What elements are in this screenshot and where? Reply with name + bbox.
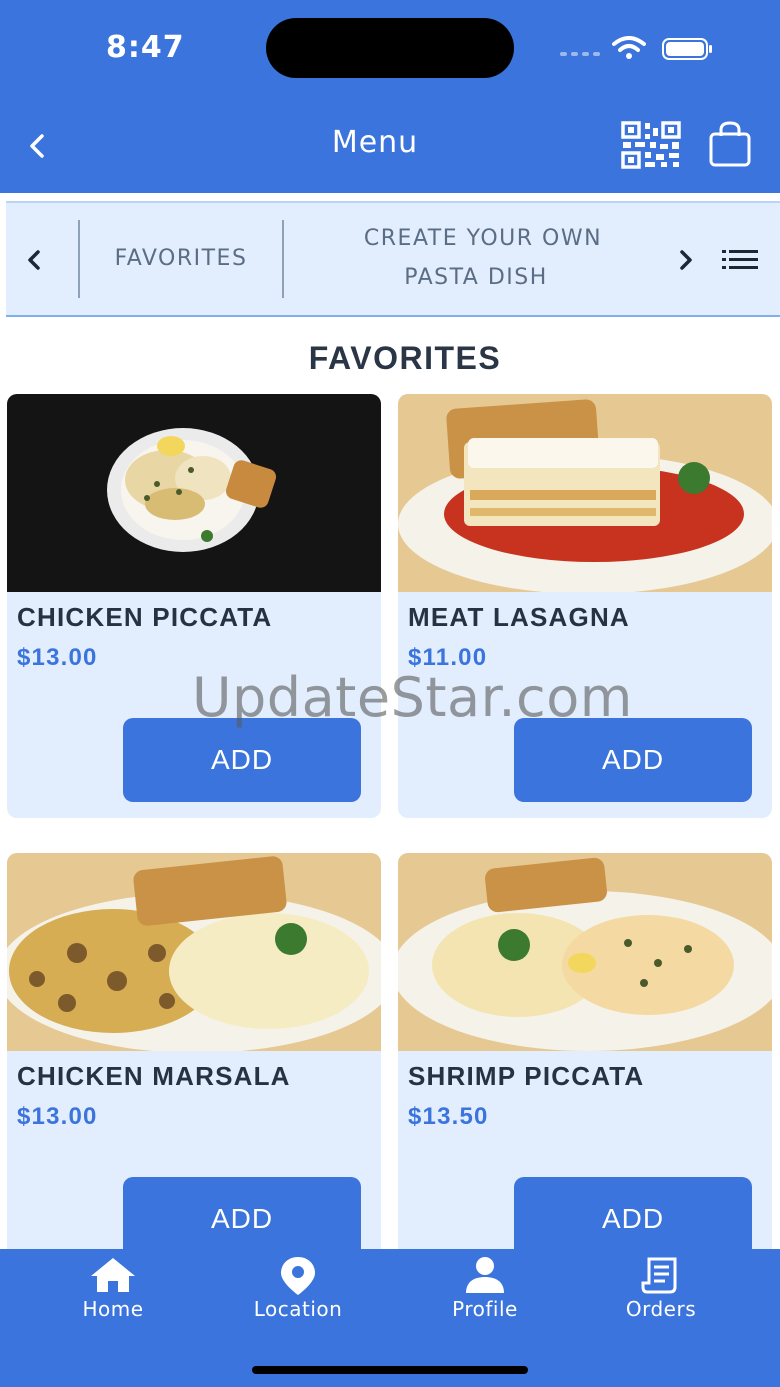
chicken-piccata-image [7, 394, 381, 592]
divider [78, 220, 80, 298]
tab-label: Profile [452, 1297, 518, 1321]
qr-code-icon[interactable] [620, 120, 682, 170]
product-name: SHRIMP PICCATA [408, 1061, 645, 1091]
product-name: MEAT LASAGNA [408, 602, 630, 632]
list-icon[interactable] [720, 247, 760, 273]
add-to-cart-button[interactable]: ADD [514, 718, 752, 802]
shrimp-piccata-image [398, 853, 772, 1051]
category-bar: FAVORITES CREATE YOUR OWN PASTA DISH [6, 201, 780, 317]
home-indicator [252, 1366, 528, 1374]
watermark: UpdateStar.com [192, 666, 633, 729]
battery-icon [662, 38, 712, 60]
category-tab-create-your-own-pasta[interactable]: CREATE YOUR OWN PASTA DISH [298, 219, 668, 297]
product-name: CHICKEN PICCATA [17, 602, 273, 632]
location-pin-icon [281, 1257, 315, 1295]
app-header: 8:47 Menu [0, 0, 780, 193]
chevron-left-icon[interactable] [22, 243, 46, 277]
tab-home[interactable]: Home [43, 1249, 183, 1339]
person-icon [466, 1257, 504, 1293]
tab-label: Home [82, 1297, 144, 1321]
tab-label: Orders [625, 1297, 697, 1321]
category-label-line2: PASTA DISH [404, 265, 548, 290]
tab-orders[interactable]: Orders [591, 1249, 731, 1339]
category-tab-favorites[interactable]: FAVORITES [86, 239, 276, 278]
product-price: $13.00 [17, 1103, 98, 1130]
product-card[interactable]: MEAT LASAGNA $11.00 ADD [398, 394, 772, 818]
wifi-icon [612, 36, 646, 59]
section-title: FAVORITES [308, 340, 502, 376]
product-price: $13.00 [17, 644, 98, 671]
category-label-line1: CREATE YOUR OWN [363, 226, 603, 251]
receipt-icon [641, 1257, 677, 1294]
tab-label: Location [253, 1297, 343, 1321]
status-time: 8:47 [106, 30, 185, 65]
product-name: CHICKEN MARSALA [17, 1061, 291, 1091]
product-card[interactable]: CHICKEN PICCATA $13.00 ADD [7, 394, 381, 818]
product-price: $13.50 [408, 1103, 489, 1130]
add-to-cart-button[interactable]: ADD [123, 718, 361, 802]
dynamic-island [266, 18, 514, 78]
shopping-bag-icon[interactable] [707, 120, 753, 168]
tab-profile[interactable]: Profile [415, 1249, 555, 1339]
chicken-marsala-image [7, 853, 381, 1051]
meat-lasagna-image [398, 394, 772, 592]
product-card[interactable]: CHICKEN MARSALA $13.00 ADD [7, 853, 381, 1277]
cellular-signal-icon [560, 52, 600, 56]
home-icon [91, 1258, 135, 1292]
product-card[interactable]: SHRIMP PICCATA $13.50 ADD [398, 853, 772, 1277]
chevron-right-icon[interactable] [674, 243, 698, 277]
tab-location[interactable]: Location [228, 1249, 368, 1339]
